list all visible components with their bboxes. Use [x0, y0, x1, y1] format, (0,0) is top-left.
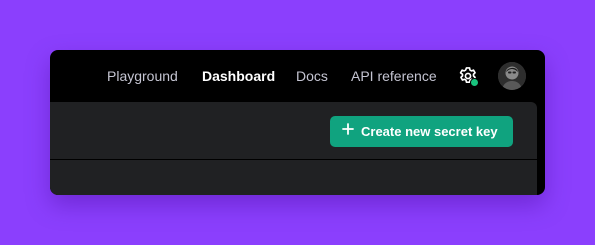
nav-docs[interactable]: Docs — [296, 67, 328, 85]
avatar[interactable] — [498, 62, 526, 90]
app-window: Playground Dashboard Docs API reference — [50, 50, 545, 195]
nav-api-reference[interactable]: API reference — [351, 67, 437, 85]
page-background: Playground Dashboard Docs API reference — [0, 0, 595, 245]
nav-playground[interactable]: Playground — [107, 67, 178, 85]
create-secret-key-label: Create new secret key — [361, 124, 498, 139]
create-secret-key-button[interactable]: Create new secret key — [330, 116, 513, 147]
settings-button[interactable] — [457, 65, 479, 87]
user-avatar-icon — [498, 62, 526, 90]
top-navigation: Playground Dashboard Docs API reference — [50, 50, 545, 102]
status-badge — [470, 78, 479, 87]
divider — [50, 159, 537, 160]
nav-dashboard[interactable]: Dashboard — [202, 67, 275, 85]
api-keys-panel: Create new secret key — [50, 102, 537, 195]
plus-icon — [342, 123, 354, 135]
